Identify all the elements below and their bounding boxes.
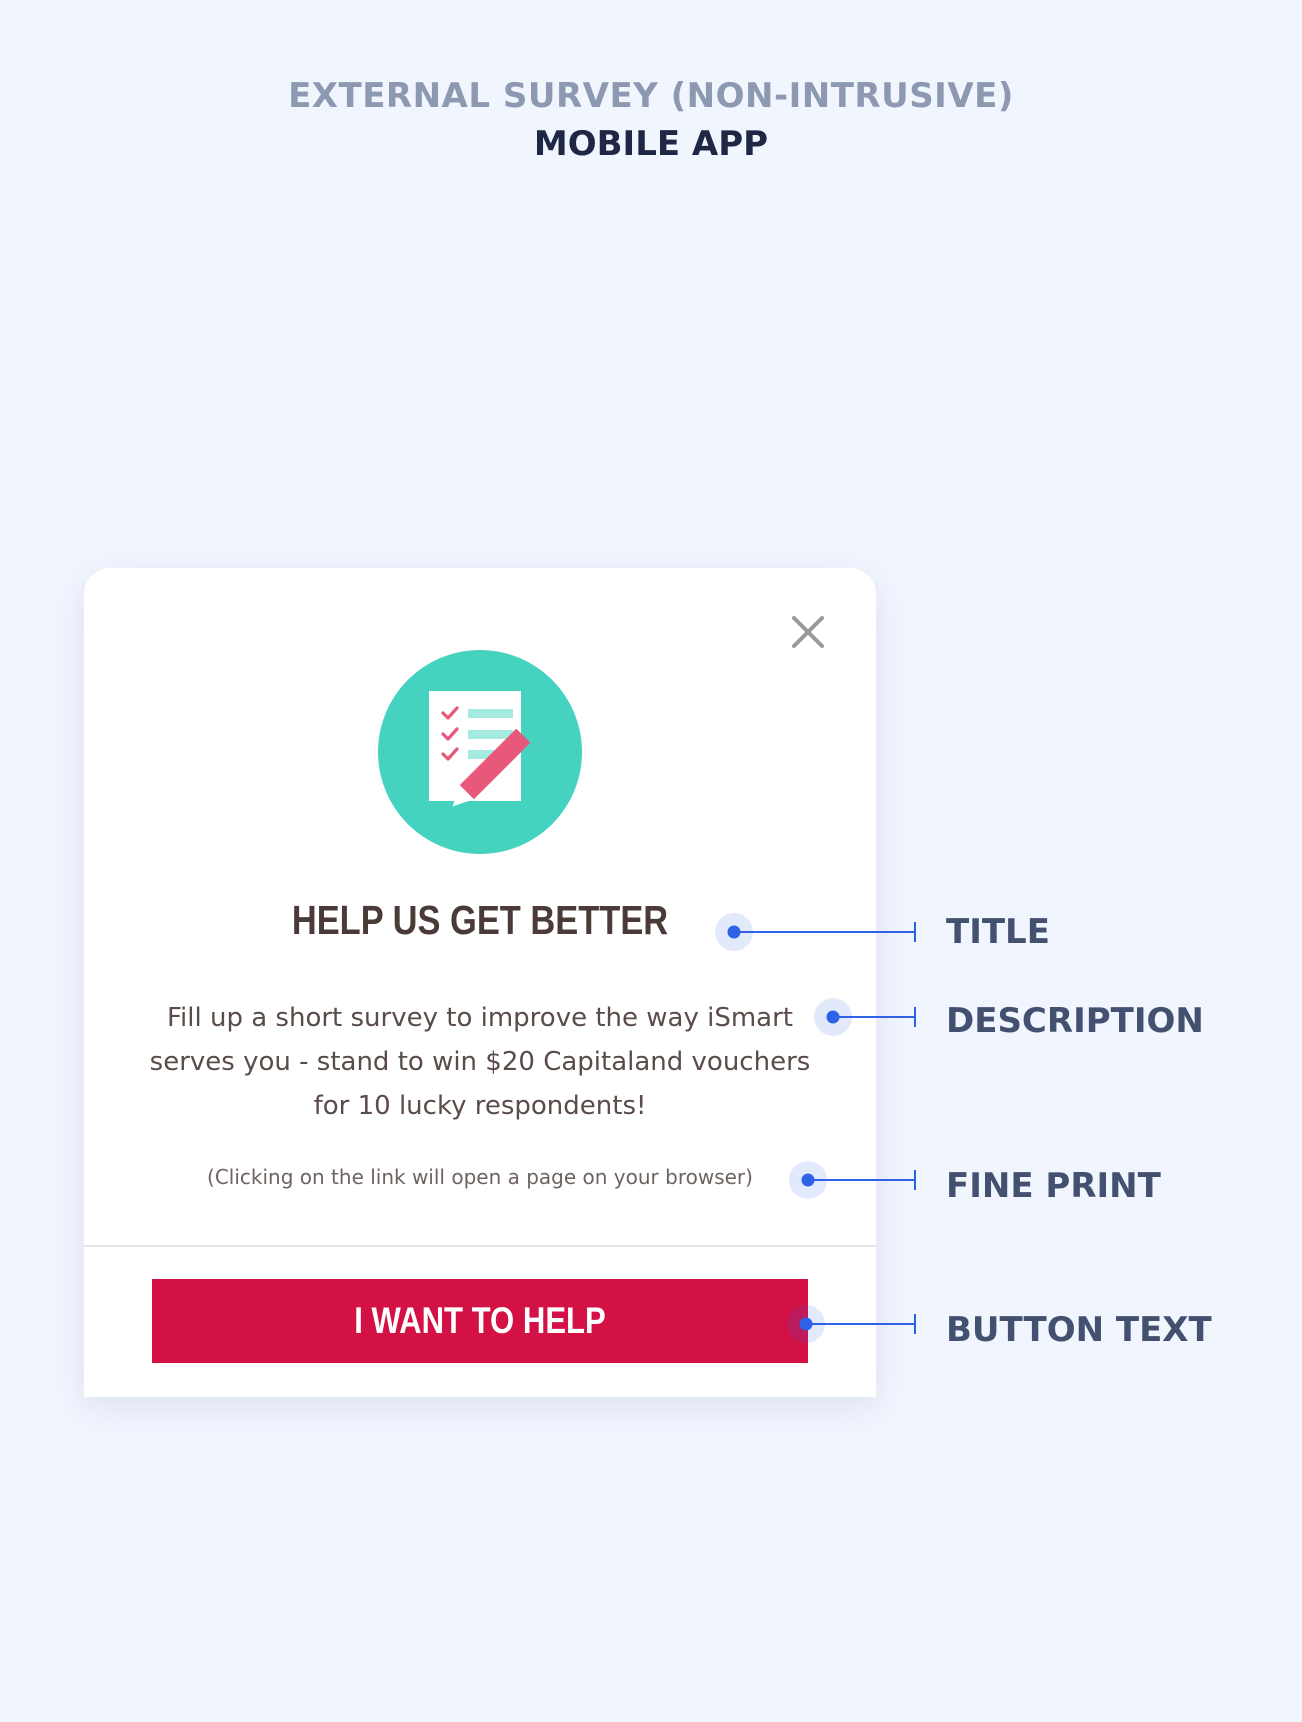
page-header: EXTERNAL SURVEY (NON-INTRUSIVE) MOBILE A… bbox=[0, 72, 1302, 168]
annotation-description-label: DESCRIPTION bbox=[946, 1001, 1204, 1041]
survey-dialog: HELP US GET BETTER Fill up a short surve… bbox=[84, 568, 876, 1397]
button-label: I WANT TO HELP bbox=[354, 1300, 606, 1341]
annotation-button-text-label: BUTTON TEXT bbox=[946, 1310, 1212, 1350]
i-want-to-help-button[interactable]: I WANT TO HELP bbox=[152, 1279, 808, 1363]
dialog-description: Fill up a short survey to improve the wa… bbox=[149, 1003, 811, 1121]
dialog-divider bbox=[84, 1245, 876, 1247]
close-button[interactable] bbox=[784, 608, 832, 656]
page-title: MOBILE APP bbox=[533, 124, 769, 164]
page-subtitle: EXTERNAL SURVEY (NON-INTRUSIVE) bbox=[288, 76, 1014, 116]
survey-checklist-pencil-icon bbox=[378, 650, 582, 854]
dialog-title: HELP US GET BETTER bbox=[291, 897, 669, 943]
close-icon bbox=[792, 616, 824, 648]
dialog-fine-print: (Clicking on the link will open a page o… bbox=[207, 1165, 753, 1189]
annotation-fine-print-label: FINE PRINT bbox=[946, 1166, 1161, 1206]
annotation-title-label: TITLE bbox=[946, 912, 1050, 952]
